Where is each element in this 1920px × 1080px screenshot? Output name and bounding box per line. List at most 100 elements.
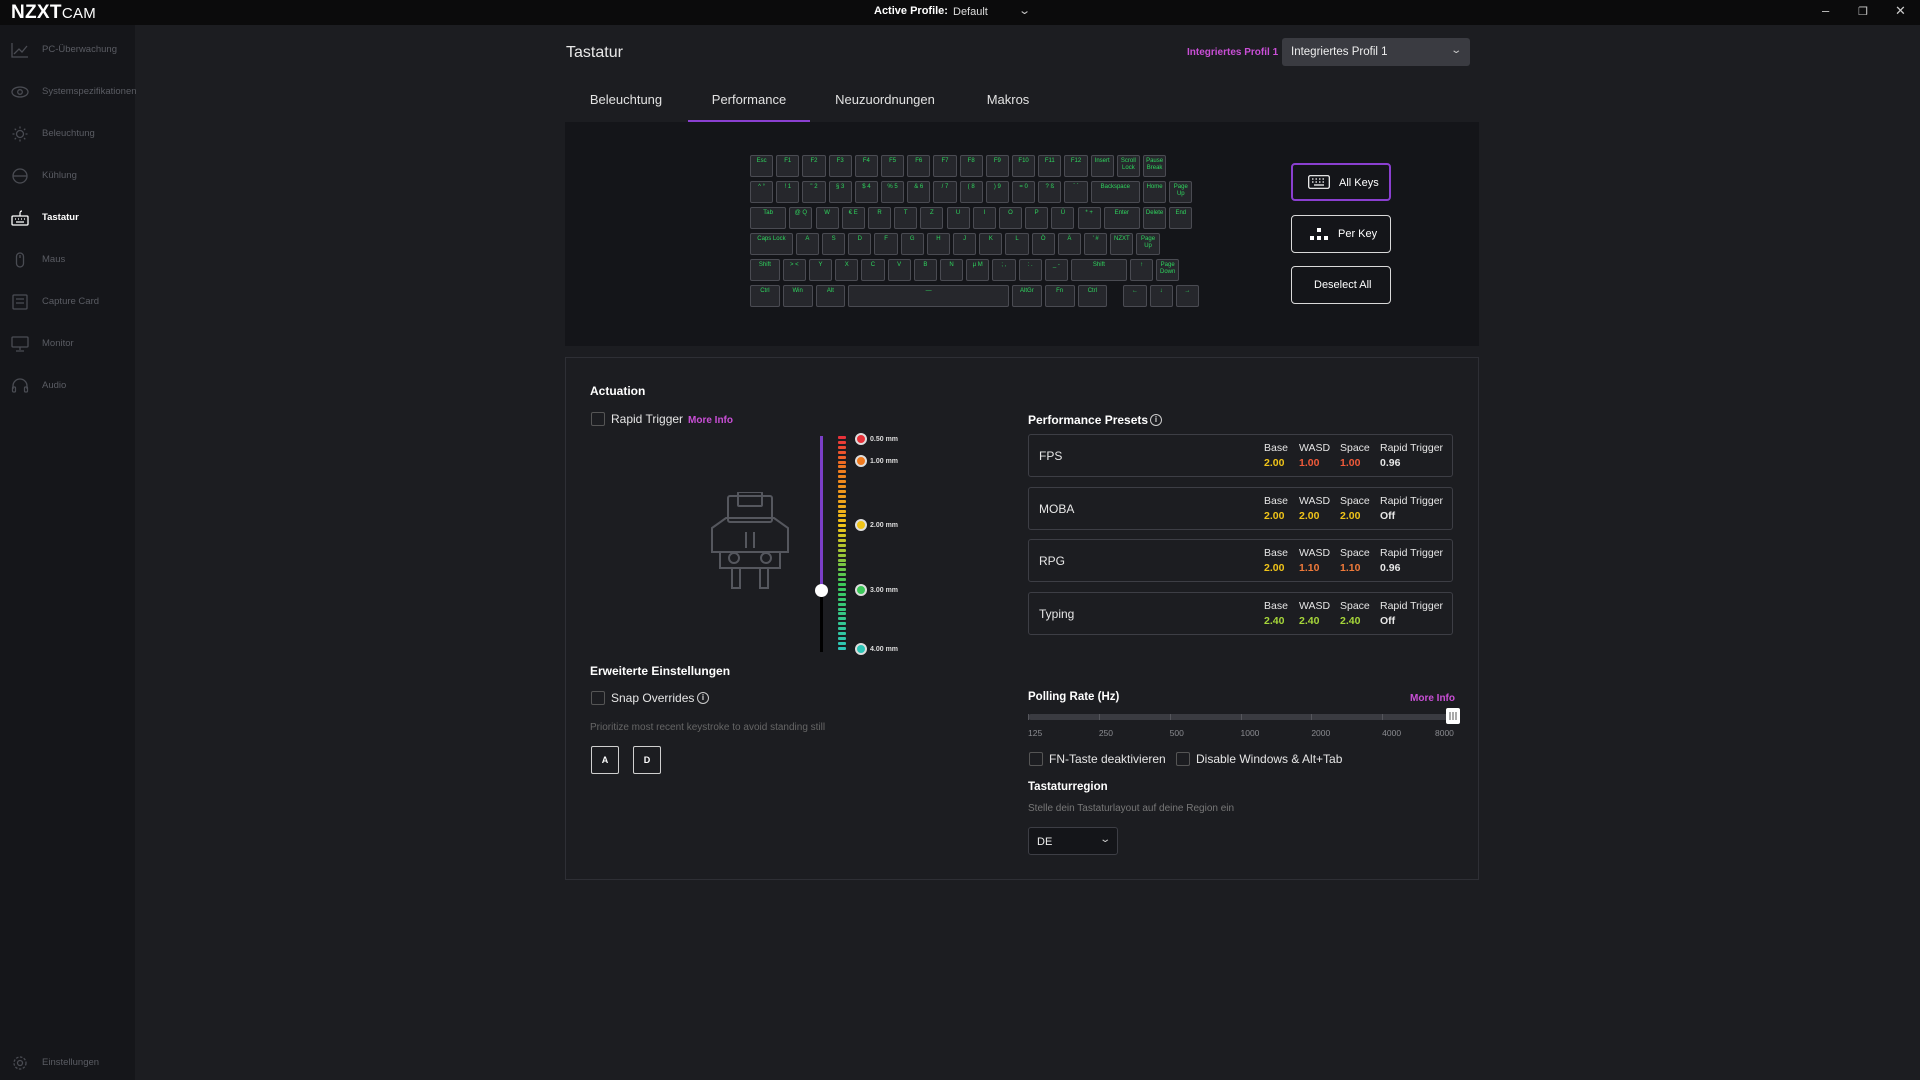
key-j[interactable]: J (953, 233, 977, 255)
profile-select[interactable]: Integriertes Profil 1 ⌄ (1282, 38, 1470, 66)
key-f3[interactable]: F3 (828, 155, 852, 177)
key-f6[interactable]: F6 (907, 155, 931, 177)
sidebar-item-settings[interactable]: Einstellungen (0, 1050, 135, 1078)
depth-marker-050[interactable] (855, 433, 867, 445)
key-enter[interactable]: Enter (1103, 207, 1140, 229)
disable-windows-checkbox[interactable] (1176, 752, 1190, 766)
key-s[interactable]: S (822, 233, 846, 255)
key-p[interactable]: P (1025, 207, 1049, 229)
snap-key-d[interactable]: D (633, 746, 661, 774)
key--[interactable]: ↑ (1129, 259, 1154, 281)
key-i[interactable]: I (972, 207, 996, 229)
key-k[interactable]: K (979, 233, 1003, 255)
per-key-button[interactable]: Per Key (1291, 215, 1391, 253)
snap-overrides-checkbox[interactable] (591, 691, 605, 705)
key--4[interactable]: $ 4 (854, 181, 878, 203)
preset-moba[interactable]: MOBA Base 2.00 WASD 2.00 Space 2.00 Rapid Trigg… (1028, 487, 1453, 530)
key-h[interactable]: H (926, 233, 951, 255)
key-esc[interactable]: Esc (750, 155, 774, 177)
sidebar-item-mouse[interactable]: Maus (0, 247, 135, 275)
key--[interactable]: _ - (1044, 259, 1068, 281)
depth-marker-300[interactable] (855, 584, 867, 596)
depth-marker-200[interactable] (855, 519, 867, 531)
preset-typing[interactable]: Typing Base 2.40 WASD 2.40 Space 2.40 Rapid Tri… (1028, 592, 1453, 635)
key-f12[interactable]: F12 (1064, 155, 1088, 177)
tab-lighting[interactable]: Beleuchtung (580, 92, 672, 122)
info-icon[interactable]: i (1150, 414, 1162, 426)
sidebar-item-cooling[interactable]: Kühlung (0, 163, 135, 191)
minimize-icon[interactable]: – (1822, 3, 1829, 18)
key--[interactable]: Ö (1031, 233, 1055, 255)
key-f4[interactable]: F4 (854, 155, 878, 177)
tab-macros[interactable]: Makros (975, 92, 1041, 122)
key-scroll-lock[interactable]: Scroll Lock (1116, 155, 1140, 177)
key-x[interactable]: X (835, 259, 859, 281)
snap-key-a[interactable]: A (591, 746, 619, 774)
key-ctrl[interactable]: Ctrl (1077, 285, 1108, 307)
key--q[interactable]: @ Q (789, 207, 813, 229)
key-g[interactable]: G (900, 233, 924, 255)
fn-disable-checkbox[interactable] (1029, 752, 1043, 766)
key--1[interactable]: ! 1 (776, 181, 800, 203)
key-b[interactable]: B (913, 259, 937, 281)
polling-rate-slider[interactable] (1028, 714, 1454, 720)
key-w[interactable]: W (815, 207, 839, 229)
key-z[interactable]: Z (920, 207, 944, 229)
key-f2[interactable]: F2 (802, 155, 826, 177)
key--[interactable]: ` ´ (1064, 181, 1088, 203)
key-home[interactable]: Home (1143, 181, 1167, 203)
sidebar-item-monitor[interactable]: Monitor (0, 331, 135, 359)
active-profile-select[interactable]: Default (953, 6, 988, 18)
sidebar-item-pc-monitoring[interactable]: PC-Überwachung (0, 37, 135, 65)
polling-rate-handle[interactable] (1446, 708, 1460, 724)
rapid-trigger-checkbox[interactable] (591, 412, 605, 426)
rapid-trigger-more-info-link[interactable]: More Info (688, 415, 733, 426)
key--[interactable]: : . (1018, 259, 1042, 281)
key-page-up[interactable]: Page Up (1169, 181, 1193, 203)
key-f11[interactable]: F11 (1038, 155, 1062, 177)
key-l[interactable]: L (1005, 233, 1029, 255)
tab-remapping[interactable]: Neuzuordnungen (830, 92, 940, 122)
tab-performance[interactable]: Performance (688, 92, 810, 122)
key--[interactable]: * + (1077, 207, 1101, 229)
key-page-up[interactable]: Page Up (1136, 233, 1160, 255)
all-keys-button[interactable]: All Keys (1291, 163, 1391, 201)
key-c[interactable]: C (861, 259, 885, 281)
key-f5[interactable]: F5 (881, 155, 905, 177)
key--5[interactable]: % 5 (881, 181, 905, 203)
key-alt[interactable]: Alt (815, 285, 846, 307)
key-a[interactable]: A (795, 233, 820, 255)
key-altgr[interactable]: AltGr (1012, 285, 1042, 307)
key-f[interactable]: F (874, 233, 898, 255)
key--3[interactable]: § 3 (828, 181, 852, 203)
key-shift[interactable]: Shift (750, 259, 780, 281)
key--[interactable]: ^ ° (750, 181, 774, 203)
key-f1[interactable]: F1 (776, 155, 800, 177)
key--[interactable]: ? ß (1038, 181, 1062, 203)
key-delete[interactable]: Delete (1143, 207, 1167, 229)
key-v[interactable]: V (887, 259, 911, 281)
depth-marker-400[interactable] (855, 643, 867, 655)
key--[interactable]: ↓ (1149, 285, 1173, 307)
key-f7[interactable]: F7 (933, 155, 957, 177)
info-icon[interactable]: i (697, 692, 709, 704)
key-end[interactable]: End (1169, 207, 1193, 229)
key-n[interactable]: N (939, 259, 964, 281)
key-backspace[interactable]: Backspace (1090, 181, 1140, 203)
key-pause-break[interactable]: Pause Break (1143, 155, 1167, 177)
key-shift[interactable]: Shift (1070, 259, 1127, 281)
key--[interactable]: → (1175, 285, 1199, 307)
polling-more-info-link[interactable]: More Info (1410, 693, 1455, 704)
key-d[interactable]: D (848, 233, 872, 255)
key-nzxt[interactable]: NZXT (1110, 233, 1134, 255)
key-fn[interactable]: Fn (1044, 285, 1075, 307)
key-caps-lock[interactable]: Caps Lock (750, 233, 793, 255)
deselect-all-button[interactable]: Deselect All (1291, 266, 1391, 304)
key-y[interactable]: Y (808, 259, 833, 281)
key-win[interactable]: Win (782, 285, 813, 307)
key-page-down[interactable]: Page Down (1156, 259, 1180, 281)
key--7[interactable]: / 7 (933, 181, 957, 203)
close-icon[interactable]: ✕ (1895, 3, 1906, 19)
key--[interactable]: ← (1123, 285, 1147, 307)
key--e[interactable]: € E (841, 207, 865, 229)
